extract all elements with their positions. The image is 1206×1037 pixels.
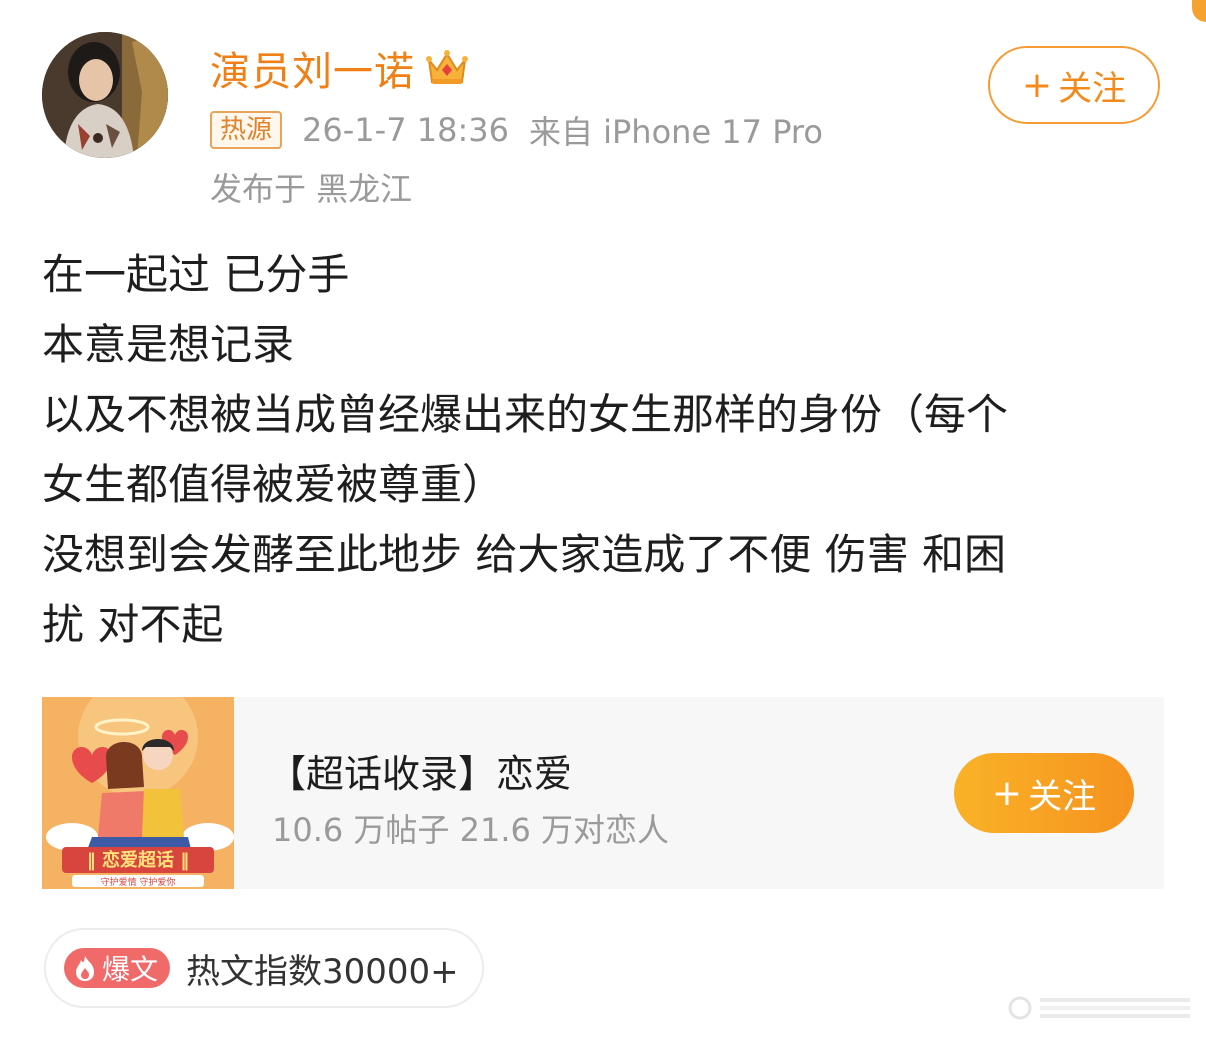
- avatar-portrait-image: [42, 32, 168, 158]
- post-meta: 热源 26-1-7 18:36 来自 iPhone 17 Pro: [210, 110, 823, 151]
- author-name[interactable]: 演员刘一诺: [210, 39, 415, 97]
- crown-icon: [426, 50, 468, 84]
- avatar[interactable]: [42, 32, 168, 158]
- author-row: 演员刘一诺: [210, 38, 469, 98]
- post-content: 在一起过 已分手 本意是想记录 以及不想被当成曾经爆出来的女生那样的身份（每个 …: [42, 240, 1152, 660]
- post-text-line: 没想到会发酵至此地步 给大家造成了不便 伤害 和困: [42, 530, 1007, 579]
- svg-text:守护爱情 守护爱你: 守护爱情 守护爱你: [101, 876, 176, 888]
- topic-follow-label: 关注: [1028, 776, 1097, 817]
- plus-icon: +: [1021, 64, 1053, 106]
- hot-index-text: 热文指数30000+: [186, 951, 459, 992]
- topic-follow-button[interactable]: + 关注: [954, 753, 1134, 833]
- topic-title[interactable]: 【超话收录】恋爱: [268, 743, 572, 798]
- post-text-line: 以及不想被当成曾经爆出来的女生那样的身份（每个: [42, 390, 1009, 439]
- bao-wen-badge: 爆文: [64, 948, 171, 988]
- hot-index-pill[interactable]: 爆文 热文指数30000+: [44, 928, 484, 1008]
- follow-button[interactable]: + 关注: [988, 46, 1160, 124]
- watermark-logo: [1008, 996, 1190, 1020]
- post-text-line: 扰 对不起: [42, 600, 224, 649]
- post-time: 26-1-7 18:36: [302, 111, 509, 149]
- topic-stats: 10.6 万帖子 21.6 万对恋人: [272, 811, 670, 849]
- follow-button-label: 关注: [1058, 68, 1127, 109]
- post-text-line: 本意是想记录: [42, 320, 295, 369]
- hot-source-badge: 热源: [210, 111, 283, 149]
- top-accent-shape: [1192, 0, 1206, 22]
- bao-wen-label: 爆文: [102, 953, 159, 986]
- post-source: 来自 iPhone 17 Pro: [528, 113, 823, 151]
- cover-title-text: ‖ 恋爱超话 ‖: [87, 849, 190, 871]
- flame-icon: [76, 956, 94, 981]
- post-text-line: 在一起过 已分手: [42, 250, 350, 299]
- weibo-post-page: 演员刘一诺 + 关注 热源 26-1-7 18:36 来自 iPhone 17 …: [0, 0, 1206, 1037]
- super-topic-card[interactable]: ‖ 恋爱超话 ‖ 守护爱情 守护爱你 【超话收录】恋爱 10.6 万帖子 21.…: [42, 697, 1164, 889]
- topic-cover-image: ‖ 恋爱超话 ‖ 守护爱情 守护爱你: [42, 697, 234, 889]
- post-text-line: 女生都值得被爱被尊重）: [42, 460, 505, 509]
- post-location: 发布于 黑龙江: [210, 170, 413, 208]
- plus-icon: +: [991, 772, 1023, 814]
